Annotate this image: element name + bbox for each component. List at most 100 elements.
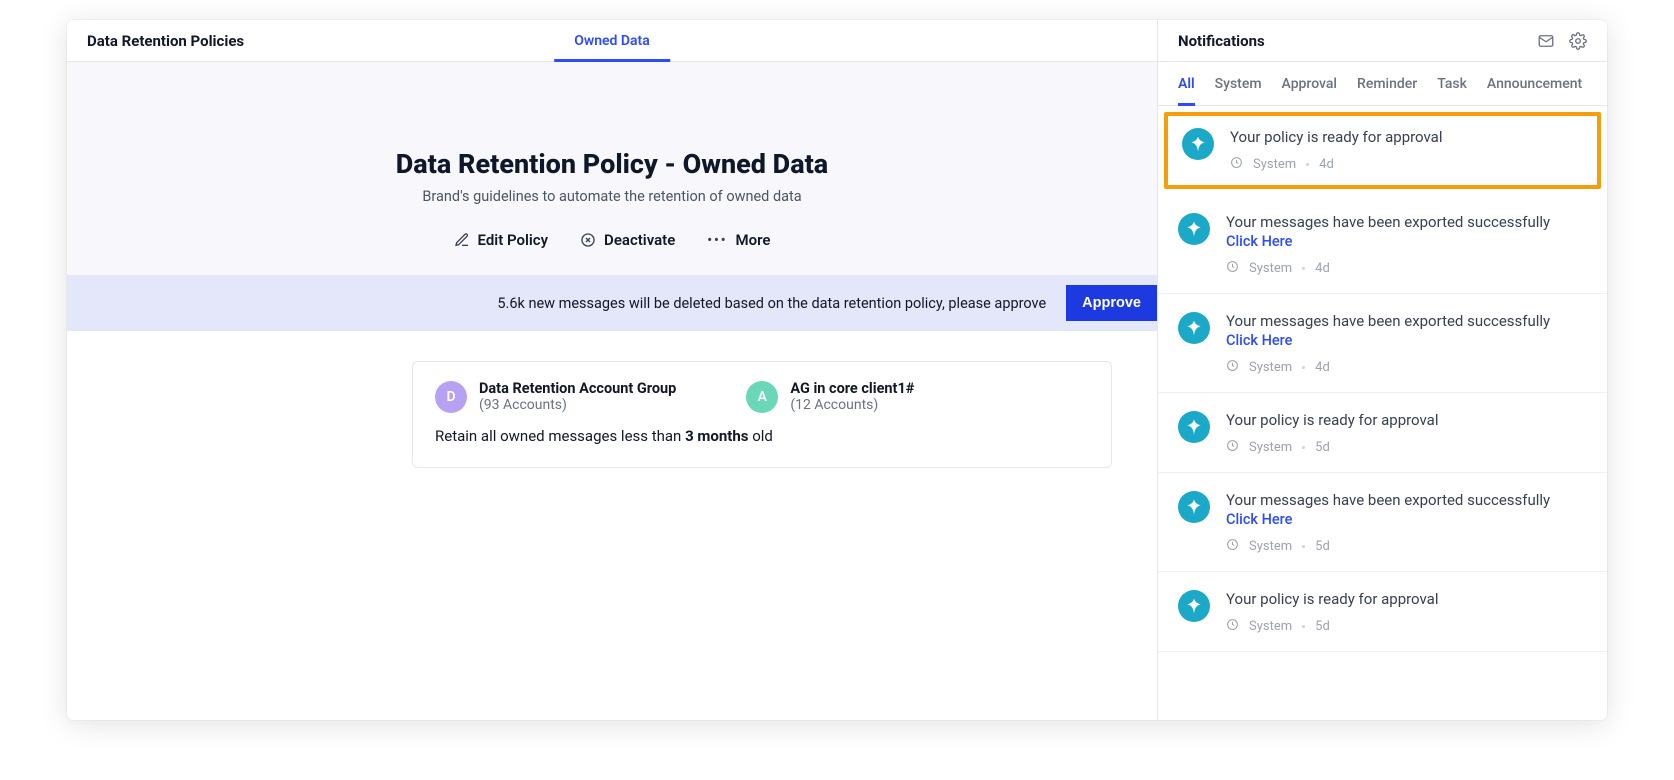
more-button[interactable]: ••• More: [707, 231, 770, 249]
retain-bold: 3 months: [685, 427, 748, 445]
notification-body: Your policy is ready for approval System…: [1230, 128, 1583, 173]
notification-title: Your policy is ready for approval: [1230, 128, 1583, 146]
notification-item[interactable]: Your messages have been exported success…: [1158, 473, 1607, 572]
page-title: Data Retention Policies: [67, 20, 264, 61]
ellipsis-icon: •••: [707, 233, 727, 248]
notification-meta: System 5d: [1226, 439, 1587, 456]
notification-logo-icon: [1178, 213, 1210, 245]
notification-tab-approval[interactable]: Approval: [1282, 62, 1337, 105]
meta-dot: [1306, 163, 1309, 166]
edit-policy-label: Edit Policy: [478, 231, 549, 249]
notification-item[interactable]: Your policy is ready for approval System…: [1164, 112, 1601, 189]
notification-title: Your policy is ready for approval: [1226, 411, 1587, 429]
group-avatar: A: [746, 381, 778, 413]
notification-meta: System 4d: [1230, 156, 1583, 173]
meta-dot: [1302, 267, 1305, 270]
meta-dot: [1302, 446, 1305, 449]
notification-meta: System 4d: [1226, 260, 1587, 277]
notification-item[interactable]: Your messages have been exported success…: [1158, 294, 1607, 393]
notification-tab-task[interactable]: Task: [1437, 62, 1467, 105]
tab-owned-data[interactable]: Owned Data: [554, 20, 670, 61]
top-bar: Data Retention Policies Owned Data: [67, 20, 1157, 62]
policy-heading: Data Retention Policy - Owned Data: [87, 148, 1137, 180]
notification-body: Your messages have been exported success…: [1226, 312, 1587, 376]
more-label: More: [736, 231, 771, 249]
gear-icon[interactable]: [1569, 32, 1587, 50]
account-group: D Data Retention Account Group (93 Accou…: [435, 380, 676, 413]
notification-meta: System 5d: [1226, 618, 1587, 635]
notification-age: 4d: [1319, 157, 1334, 172]
notification-body: Your policy is ready for approval System…: [1226, 411, 1587, 456]
notification-body: Your messages have been exported success…: [1226, 491, 1587, 555]
notification-list[interactable]: Your policy is ready for approval System…: [1158, 106, 1607, 720]
notification-tab-reminder[interactable]: Reminder: [1357, 62, 1417, 105]
account-group: A AG in core client1# (12 Accounts): [746, 380, 914, 413]
app-window: Data Retention Policies Owned Data Data …: [67, 20, 1607, 720]
notification-title: Your messages have been exported success…: [1226, 491, 1587, 509]
notification-age: 5d: [1315, 619, 1330, 634]
notification-meta: System 4d: [1226, 359, 1587, 376]
policy-card: D Data Retention Account Group (93 Accou…: [412, 361, 1112, 468]
envelope-icon[interactable]: [1537, 32, 1555, 50]
notification-age: 4d: [1315, 360, 1330, 375]
notification-tab-system[interactable]: System: [1215, 62, 1262, 105]
notification-logo-icon: [1178, 491, 1210, 523]
notification-source: System: [1249, 539, 1292, 554]
clock-icon: [1226, 439, 1239, 456]
notification-source: System: [1249, 619, 1292, 634]
clock-icon: [1226, 359, 1239, 376]
content-area: D Data Retention Account Group (93 Accou…: [67, 331, 1157, 498]
main-tabs: Owned Data: [554, 20, 670, 61]
group-info: AG in core client1# (12 Accounts): [790, 380, 914, 413]
notifications-header: Notifications: [1158, 20, 1607, 62]
notification-tabs: All System Approval Reminder Task Announcemen…: [1158, 62, 1607, 106]
policy-actions: Edit Policy Deactivate ••• More: [87, 231, 1137, 249]
notification-tab-all[interactable]: All: [1178, 62, 1195, 105]
account-groups: D Data Retention Account Group (93 Accou…: [435, 380, 1089, 413]
clock-icon: [1226, 260, 1239, 277]
banner-text: 5.6k new messages will be deleted based …: [497, 295, 1046, 312]
notifications-title: Notifications: [1178, 32, 1265, 50]
approval-banner: 5.6k new messages will be deleted based …: [67, 275, 1157, 331]
group-title: Data Retention Account Group: [479, 380, 676, 397]
notification-link[interactable]: Click Here: [1226, 511, 1292, 528]
deactivate-label: Deactivate: [604, 231, 675, 249]
notification-source: System: [1253, 157, 1296, 172]
group-info: Data Retention Account Group (93 Account…: [479, 380, 676, 413]
clock-icon: [1230, 156, 1243, 173]
notification-link[interactable]: Click Here: [1226, 233, 1292, 250]
notification-item[interactable]: Your policy is ready for approval System…: [1158, 572, 1607, 652]
notification-tab-announcement[interactable]: Announcement: [1487, 62, 1582, 105]
notification-source: System: [1249, 360, 1292, 375]
notification-link[interactable]: Click Here: [1226, 332, 1292, 349]
notification-title: Your policy is ready for approval: [1226, 590, 1587, 608]
notification-age: 5d: [1315, 539, 1330, 554]
notification-title: Your messages have been exported success…: [1226, 312, 1587, 330]
retain-post: old: [748, 427, 772, 445]
policy-hero: Data Retention Policy - Owned Data Brand…: [67, 62, 1157, 275]
notification-logo-icon: [1178, 411, 1210, 443]
notification-title: Your messages have been exported success…: [1226, 213, 1587, 231]
retain-rule: Retain all owned messages less than 3 mo…: [435, 427, 1089, 445]
notification-meta: System 5d: [1226, 538, 1587, 555]
notification-logo-icon: [1178, 312, 1210, 344]
group-count: (93 Accounts): [479, 397, 676, 413]
notification-body: Your messages have been exported success…: [1226, 213, 1587, 277]
meta-dot: [1302, 625, 1305, 628]
clock-icon: [1226, 538, 1239, 555]
edit-policy-button[interactable]: Edit Policy: [454, 231, 549, 249]
notification-logo-icon: [1178, 590, 1210, 622]
retain-pre: Retain all owned messages less than: [435, 427, 685, 445]
notification-item[interactable]: Your policy is ready for approval System…: [1158, 393, 1607, 473]
pencil-icon: [454, 232, 470, 248]
approve-button[interactable]: Approve: [1066, 285, 1157, 321]
notification-age: 5d: [1315, 440, 1330, 455]
notification-body: Your policy is ready for approval System…: [1226, 590, 1587, 635]
circle-x-icon: [580, 232, 596, 248]
policy-subheading: Brand's guidelines to automate the reten…: [87, 188, 1137, 205]
group-title: AG in core client1#: [790, 380, 914, 397]
deactivate-button[interactable]: Deactivate: [580, 231, 675, 249]
notification-item[interactable]: Your messages have been exported success…: [1158, 195, 1607, 294]
notification-logo-icon: [1182, 128, 1214, 160]
notification-age: 4d: [1315, 261, 1330, 276]
